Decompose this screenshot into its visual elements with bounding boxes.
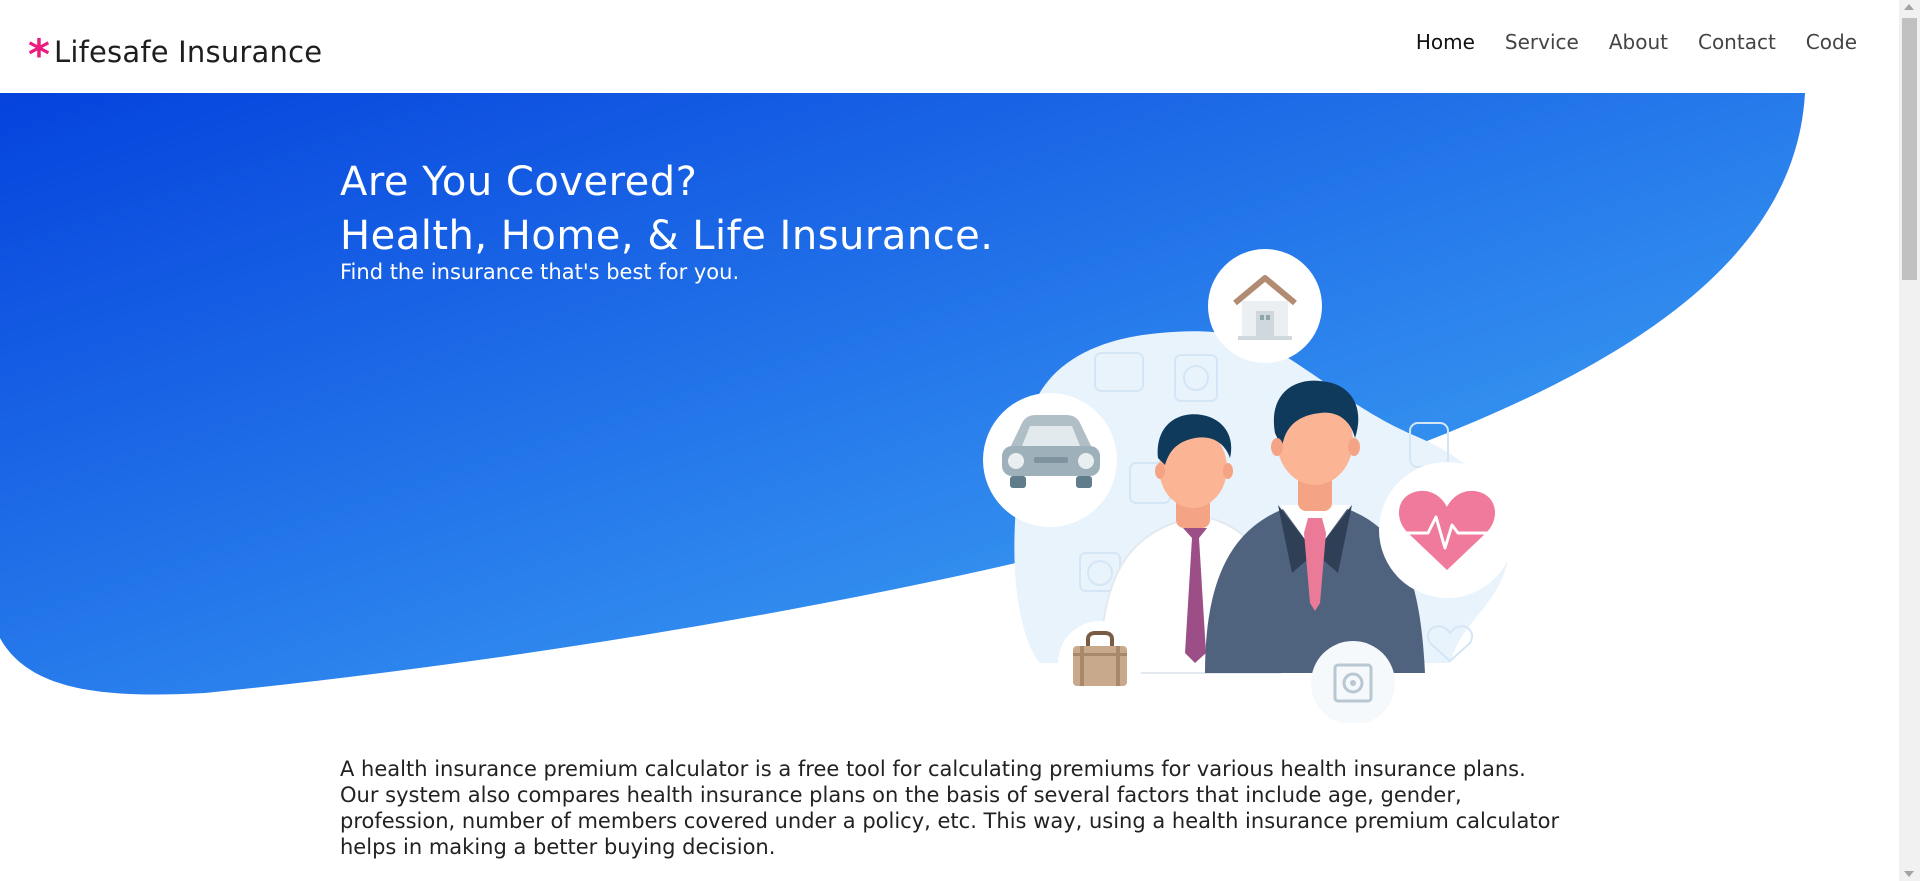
brand-logo[interactable]: * Lifesafe Insurance — [28, 28, 322, 76]
nav-home[interactable]: Home — [1416, 30, 1475, 54]
heart-pulse-icon — [1379, 462, 1515, 598]
asterisk-logo-icon: * — [28, 30, 50, 79]
intro-paragraph: A health insurance premium calculator is… — [340, 757, 1560, 859]
page-scrollbar[interactable] — [1899, 0, 1920, 881]
main-nav: Home Service About Contact Code — [1386, 30, 1857, 54]
briefcase-icon — [1058, 621, 1142, 705]
brand-name: Lifesafe Insurance — [53, 35, 323, 69]
scroll-up-arrow-icon[interactable] — [1904, 4, 1914, 10]
scroll-down-arrow-icon[interactable] — [1904, 871, 1914, 877]
hero-subtitle: Find the insurance that's best for you. — [340, 260, 740, 284]
insurance-illustration — [983, 249, 1515, 723]
scrollbar-thumb[interactable] — [1902, 18, 1917, 280]
nav-code[interactable]: Code — [1806, 30, 1857, 54]
hero-title-line-1: Are You Covered? — [340, 159, 698, 205]
nav-service[interactable]: Service — [1505, 30, 1579, 54]
safe-icon — [1311, 641, 1395, 723]
hero-section: Are You Covered? Health, Home, & Life In… — [0, 93, 1899, 723]
hero-title: Are You Covered? Health, Home, & Life In… — [340, 155, 994, 263]
hero-title-line-2: Health, Home, & Life Insurance. — [340, 213, 994, 259]
navbar: * Lifesafe Insurance Home Service About … — [0, 0, 1899, 93]
nav-about[interactable]: About — [1609, 30, 1668, 54]
car-icon — [983, 393, 1117, 527]
page: * Lifesafe Insurance Home Service About … — [0, 0, 1899, 881]
nav-contact[interactable]: Contact — [1698, 30, 1776, 54]
house-icon — [1208, 249, 1322, 363]
